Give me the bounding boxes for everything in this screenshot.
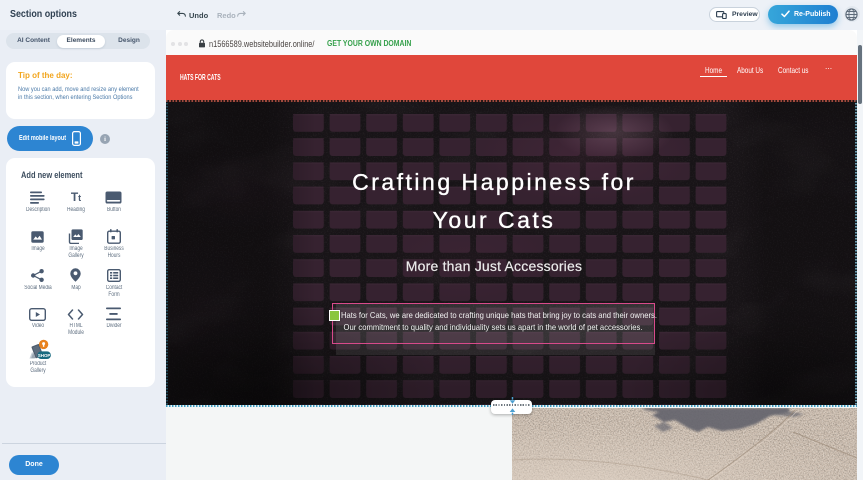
svg-text:SHOP: SHOP xyxy=(38,353,51,358)
